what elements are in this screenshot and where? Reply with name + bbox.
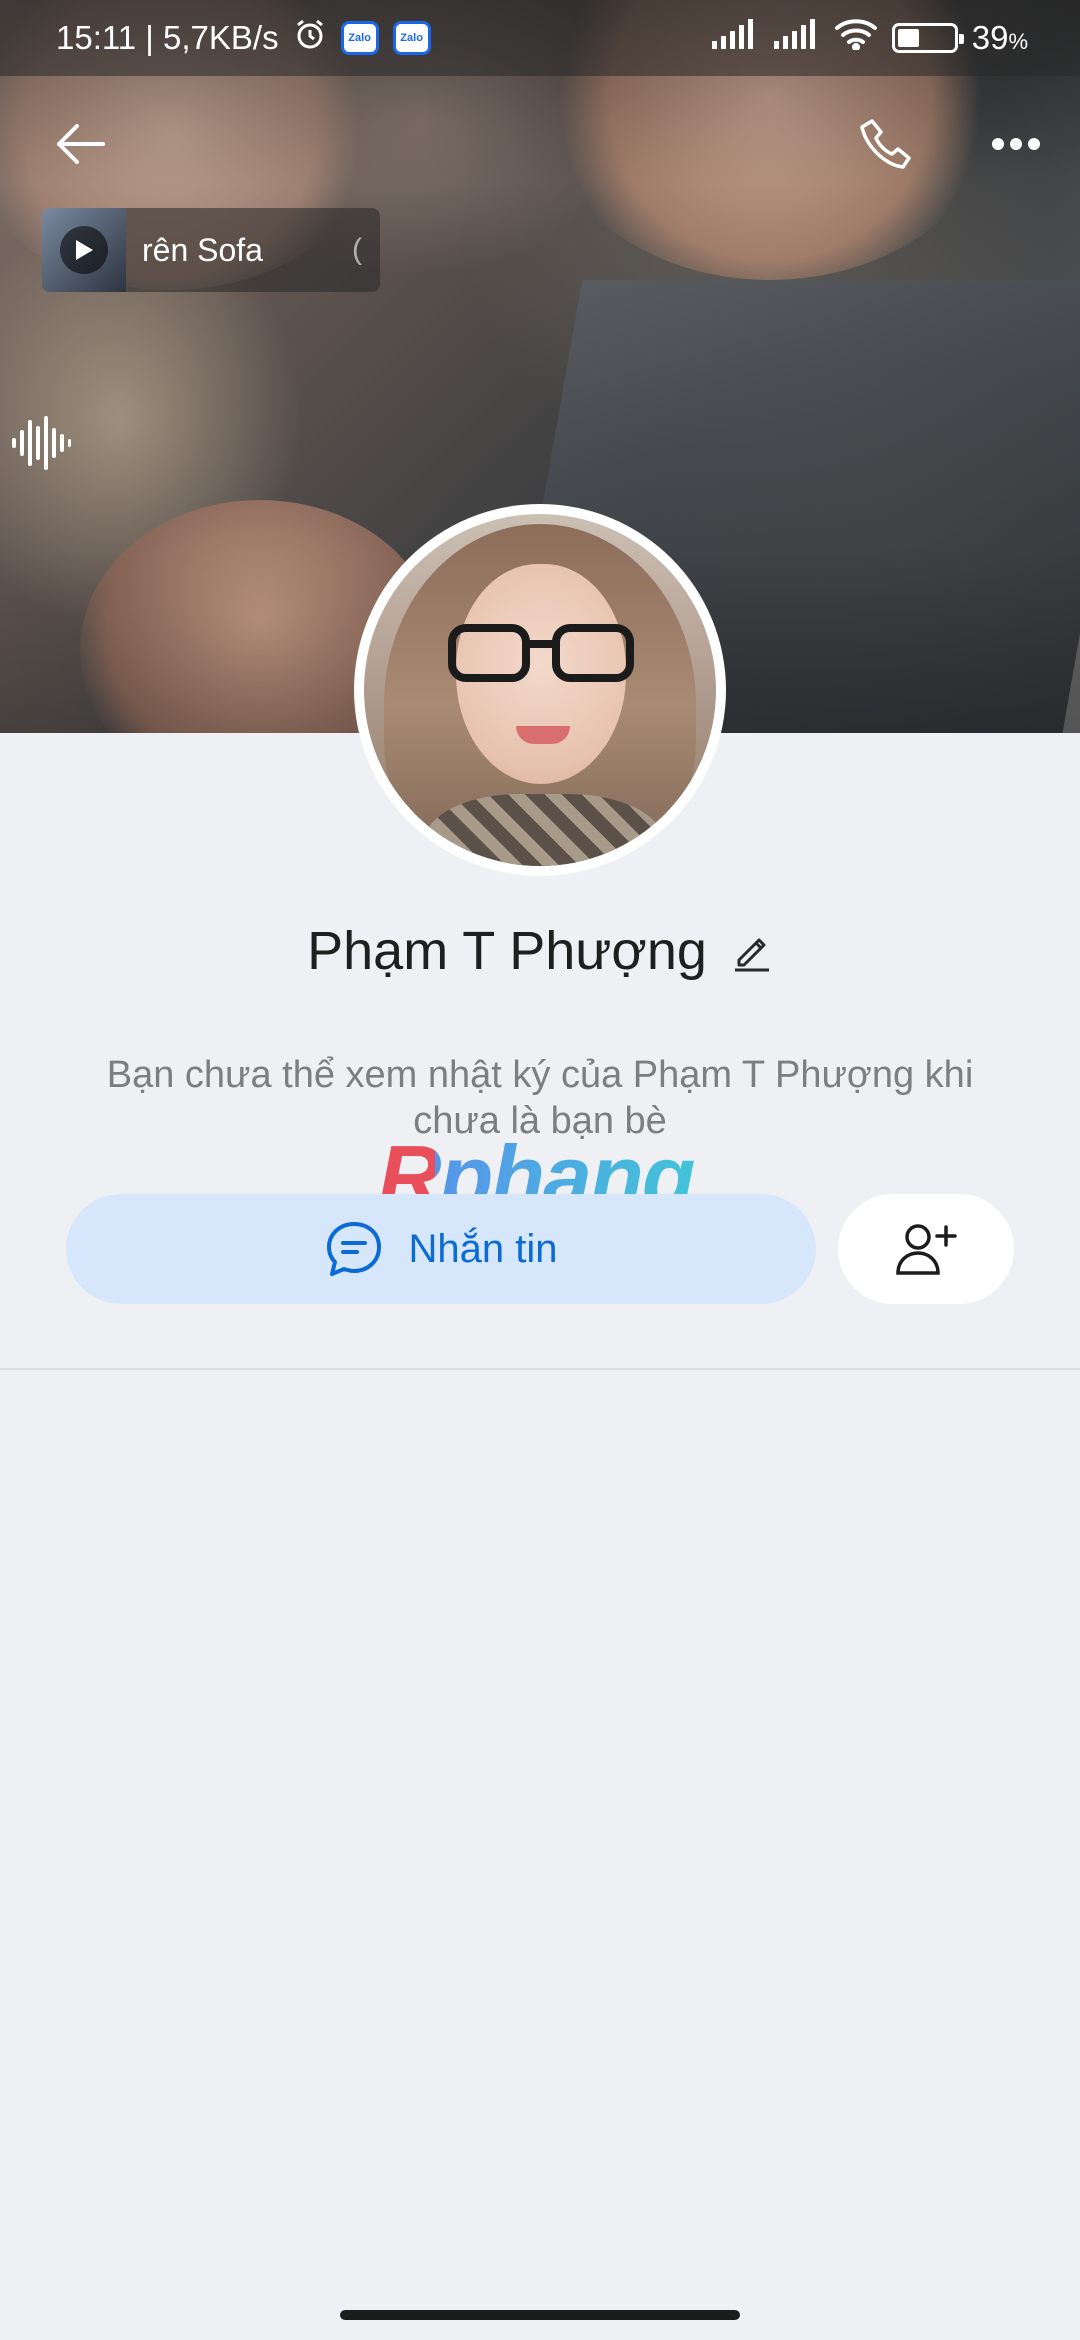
chat-bubble-icon	[326, 1222, 381, 1276]
avatar-glasses	[448, 624, 634, 682]
message-button[interactable]: Nhắn tin	[66, 1194, 816, 1304]
music-thumbnail	[42, 208, 126, 292]
section-divider	[0, 1368, 1080, 1370]
profile-music-player[interactable]: rên Sofa (	[42, 208, 380, 292]
play-button[interactable]	[60, 226, 108, 274]
battery-icon	[891, 23, 964, 53]
music-title: rên Sofa	[142, 231, 263, 268]
signal-icon	[710, 19, 758, 57]
profile-name: Phạm T Phượng	[307, 921, 707, 981]
status-left: 15:11 | 5,7KB/s Zalo Zalo	[56, 17, 431, 59]
back-button[interactable]	[40, 112, 120, 176]
status-right: 39%	[710, 18, 1028, 58]
music-title-overflow: (	[352, 233, 362, 266]
battery-fill	[897, 29, 919, 47]
avatar-photo	[364, 514, 716, 866]
more-dots-icon	[992, 138, 1040, 150]
back-arrow-icon	[57, 124, 105, 164]
signal-icon	[772, 19, 820, 57]
home-indicator[interactable]	[340, 2310, 740, 2320]
battery-percent: 39%	[971, 19, 1028, 56]
add-friend-icon	[896, 1224, 957, 1275]
more-button[interactable]	[976, 112, 1056, 176]
add-friend-button[interactable]	[838, 1194, 1014, 1304]
edit-pencil-icon[interactable]	[731, 930, 773, 972]
message-button-label: Nhắn tin	[408, 1226, 558, 1271]
audio-wave-icon[interactable]	[10, 412, 72, 474]
status-time-speed: 15:11 | 5,7KB/s	[56, 19, 279, 56]
alarm-icon	[293, 17, 327, 59]
play-icon	[76, 240, 93, 260]
avatar-scarf	[424, 794, 664, 866]
wifi-icon	[834, 18, 878, 58]
zalo-notification-icon: Zalo	[392, 21, 431, 55]
avatar[interactable]	[354, 504, 726, 876]
profile-name-row: Phạm T Phượng	[0, 920, 1080, 982]
status-bar: 15:11 | 5,7KB/s Zalo Zalo 39%	[0, 0, 1080, 76]
call-button[interactable]	[846, 110, 926, 180]
zalo-notification-icon: Zalo	[340, 21, 379, 55]
phone-icon	[860, 119, 911, 169]
